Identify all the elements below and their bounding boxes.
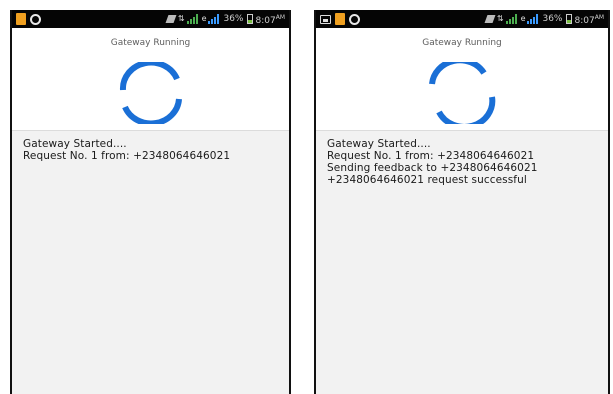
battery-icon [565, 14, 572, 24]
network-icon: ⇅ [496, 14, 504, 23]
page-title: Gateway Running [422, 38, 502, 48]
clock: 8:07AM [255, 13, 286, 26]
clock: 8:07AM [574, 13, 605, 26]
whatsapp-icon [30, 13, 41, 25]
battery-percent: 36% [542, 14, 563, 24]
sim-icon [335, 13, 345, 25]
gallery-icon [320, 14, 331, 24]
app-header: Gateway Running [316, 28, 608, 131]
data-icon: e [520, 14, 526, 23]
app-header: Gateway Running [12, 28, 289, 131]
log-line: Gateway Started.... [327, 138, 431, 150]
silent-icon [484, 15, 496, 23]
page-title: Gateway Running [110, 38, 191, 48]
network-icon: ⇅ [177, 14, 185, 23]
log-line: Sending feedback to +2348064646021 [327, 162, 538, 174]
signal-icon [208, 14, 220, 24]
sim-icon [16, 13, 26, 25]
whatsapp-icon [349, 13, 360, 25]
status-bar: ⇅ e 36% 8:07AM [12, 10, 289, 28]
signal-icon [505, 14, 518, 24]
signal-icon [527, 14, 539, 24]
log-area: Gateway Started.... Request No. 1 from: … [12, 131, 289, 394]
loading-spinner-icon [429, 62, 496, 124]
log-line: Gateway Started.... [23, 138, 127, 150]
log-line: Request No. 1 from: +2348064646021 [23, 150, 231, 162]
status-bar: ⇅ e 36% 8:07AM [316, 10, 608, 28]
log-line: Request No. 1 from: +2348064646021 [327, 150, 535, 162]
loading-spinner-icon [119, 62, 182, 124]
battery-icon [246, 14, 253, 24]
phone-screen-left: ⇅ e 36% 8:07AM Gateway Running Gateway S… [10, 10, 291, 394]
battery-percent: 36% [223, 14, 244, 24]
data-icon: e [201, 14, 207, 23]
log-line: +2348064646021 request successful [327, 174, 527, 186]
signal-icon [186, 14, 199, 24]
log-area: Gateway Started.... Request No. 1 from: … [316, 131, 608, 394]
phone-screen-right: ⇅ e 36% 8:07AM Gateway Running Gateway S… [314, 10, 610, 394]
silent-icon [165, 15, 177, 23]
